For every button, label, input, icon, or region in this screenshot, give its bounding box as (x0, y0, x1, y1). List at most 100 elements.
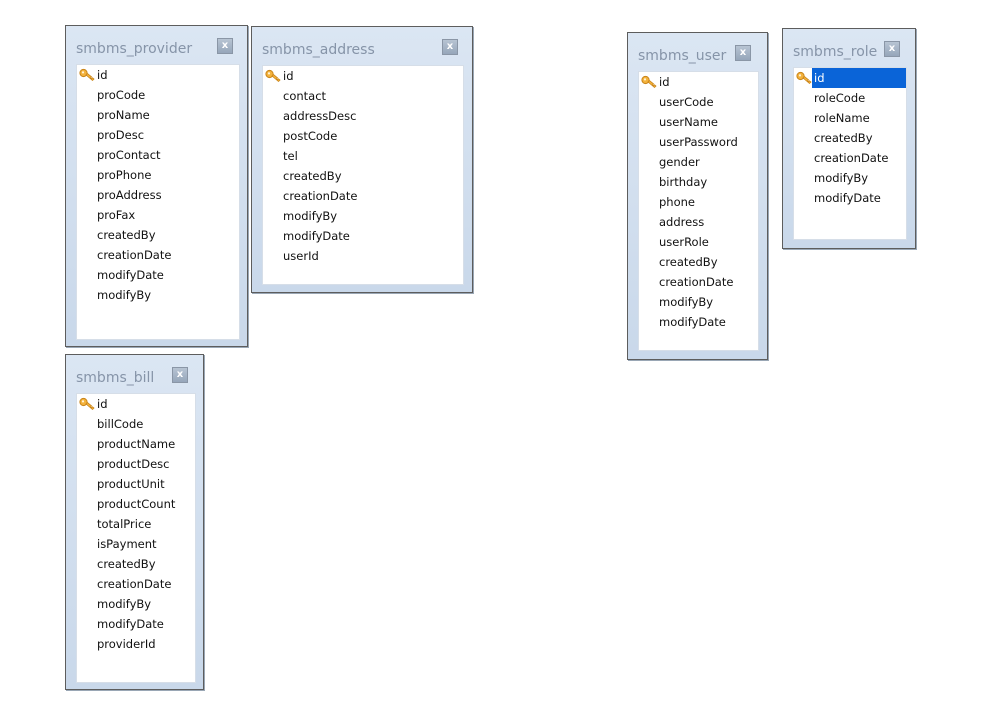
field-row[interactable]: providerId (77, 634, 195, 654)
field-row-primary-key[interactable]: id (639, 72, 758, 92)
field-name: userName (659, 115, 719, 129)
field-row[interactable]: totalPrice (77, 514, 195, 534)
field-row[interactable]: proName (77, 105, 239, 125)
field-row[interactable]: modifyDate (77, 614, 195, 634)
field-name: modifyDate (97, 617, 164, 631)
field-row[interactable]: address (639, 212, 758, 232)
table-smbms-provider[interactable]: smbms_provider x id proCode proName proDesc… (65, 25, 248, 347)
field-name: userId (283, 249, 319, 263)
field-name: addressDesc (283, 109, 357, 123)
field-row[interactable]: userCode (639, 92, 758, 112)
close-icon[interactable]: x (884, 41, 900, 57)
field-row[interactable]: modifyBy (77, 285, 239, 305)
close-icon[interactable]: x (442, 39, 458, 55)
field-row[interactable]: userPassword (639, 132, 758, 152)
field-name: address (659, 215, 705, 229)
close-icon[interactable]: x (217, 38, 233, 54)
field-name: userCode (659, 95, 714, 109)
field-row[interactable]: modifyBy (77, 594, 195, 614)
field-name: creationDate (283, 189, 358, 203)
field-row[interactable]: modifyBy (263, 206, 463, 226)
field-name: creationDate (659, 275, 734, 289)
field-row[interactable]: creationDate (794, 148, 906, 168)
field-row[interactable]: userRole (639, 232, 758, 252)
field-row[interactable]: creationDate (263, 186, 463, 206)
field-row[interactable]: tel (263, 146, 463, 166)
field-row[interactable]: proPhone (77, 165, 239, 185)
field-row[interactable]: roleCode (794, 88, 906, 108)
close-icon[interactable]: x (172, 367, 188, 383)
field-row[interactable]: gender (639, 152, 758, 172)
field-row[interactable]: postCode (263, 126, 463, 146)
field-name: createdBy (659, 255, 718, 269)
field-row-primary-key[interactable]: id (263, 66, 463, 86)
table-smbms-address[interactable]: smbms_address x id contact addressDesc post… (251, 26, 473, 293)
field-row[interactable]: createdBy (77, 554, 195, 574)
table-header[interactable]: smbms_provider x (66, 26, 247, 64)
field-row[interactable]: billCode (77, 414, 195, 434)
field-row[interactable]: proAddress (77, 185, 239, 205)
field-row[interactable]: modifyDate (794, 188, 906, 208)
field-row[interactable]: isPayment (77, 534, 195, 554)
table-header[interactable]: smbms_user x (628, 33, 767, 71)
field-row[interactable]: modifyDate (639, 312, 758, 332)
field-list: id contact addressDesc postCode tel createdBy… (263, 66, 463, 266)
field-row[interactable]: productUnit (77, 474, 195, 494)
table-header[interactable]: smbms_bill x (66, 355, 203, 393)
field-name: productUnit (97, 477, 165, 491)
field-row[interactable]: productCount (77, 494, 195, 514)
field-name: createdBy (97, 557, 156, 571)
field-name: phone (659, 195, 695, 209)
field-name: proName (97, 108, 150, 122)
field-name: billCode (97, 417, 144, 431)
field-name: modifyDate (659, 315, 726, 329)
field-row[interactable]: createdBy (77, 225, 239, 245)
field-row[interactable]: addressDesc (263, 106, 463, 126)
field-row[interactable]: modifyDate (77, 265, 239, 285)
field-name: proDesc (97, 128, 145, 142)
table-smbms-role[interactable]: smbms_role x id roleCode roleName createdBy… (782, 28, 916, 249)
field-row[interactable]: createdBy (263, 166, 463, 186)
field-panel: id contact addressDesc postCode tel createdBy… (262, 65, 464, 285)
field-row[interactable]: modifyBy (794, 168, 906, 188)
field-row[interactable]: proDesc (77, 125, 239, 145)
field-row[interactable]: contact (263, 86, 463, 106)
field-row[interactable]: phone (639, 192, 758, 212)
field-name: userRole (659, 235, 709, 249)
field-row-primary-key[interactable]: id (794, 68, 906, 88)
field-name: proCode (97, 88, 146, 102)
field-row[interactable]: proCode (77, 85, 239, 105)
table-title: smbms_role (793, 44, 878, 60)
field-name: userPassword (659, 135, 738, 149)
field-row[interactable]: userId (263, 246, 463, 266)
field-row-primary-key[interactable]: id (77, 394, 195, 414)
field-row[interactable]: roleName (794, 108, 906, 128)
field-name: creationDate (97, 577, 172, 591)
close-icon[interactable]: x (735, 45, 751, 61)
field-row[interactable]: productName (77, 434, 195, 454)
field-row[interactable]: proFax (77, 205, 239, 225)
field-name: createdBy (814, 131, 873, 145)
field-row[interactable]: modifyDate (263, 226, 463, 246)
table-smbms-bill[interactable]: smbms_bill x id billCode productName produc… (65, 354, 204, 690)
key-icon (79, 68, 95, 82)
field-row[interactable]: productDesc (77, 454, 195, 474)
field-row[interactable]: createdBy (794, 128, 906, 148)
key-icon (265, 69, 281, 83)
field-row[interactable]: userName (639, 112, 758, 132)
field-panel: id billCode productName productDesc productU… (76, 393, 196, 683)
field-row[interactable]: creationDate (77, 574, 195, 594)
field-row[interactable]: creationDate (77, 245, 239, 265)
field-row[interactable]: creationDate (639, 272, 758, 292)
table-smbms-user[interactable]: smbms_user x id userCode userName userPassw… (627, 32, 768, 360)
field-name: productDesc (97, 457, 170, 471)
field-row-primary-key[interactable]: id (77, 65, 239, 85)
field-row[interactable]: birthday (639, 172, 758, 192)
table-header[interactable]: smbms_role x (783, 29, 915, 67)
table-title: smbms_address (262, 42, 375, 58)
table-header[interactable]: smbms_address x (252, 27, 472, 65)
field-row[interactable]: modifyBy (639, 292, 758, 312)
field-list: id userCode userName userPassword gender birt… (639, 72, 758, 332)
field-row[interactable]: createdBy (639, 252, 758, 272)
field-row[interactable]: proContact (77, 145, 239, 165)
